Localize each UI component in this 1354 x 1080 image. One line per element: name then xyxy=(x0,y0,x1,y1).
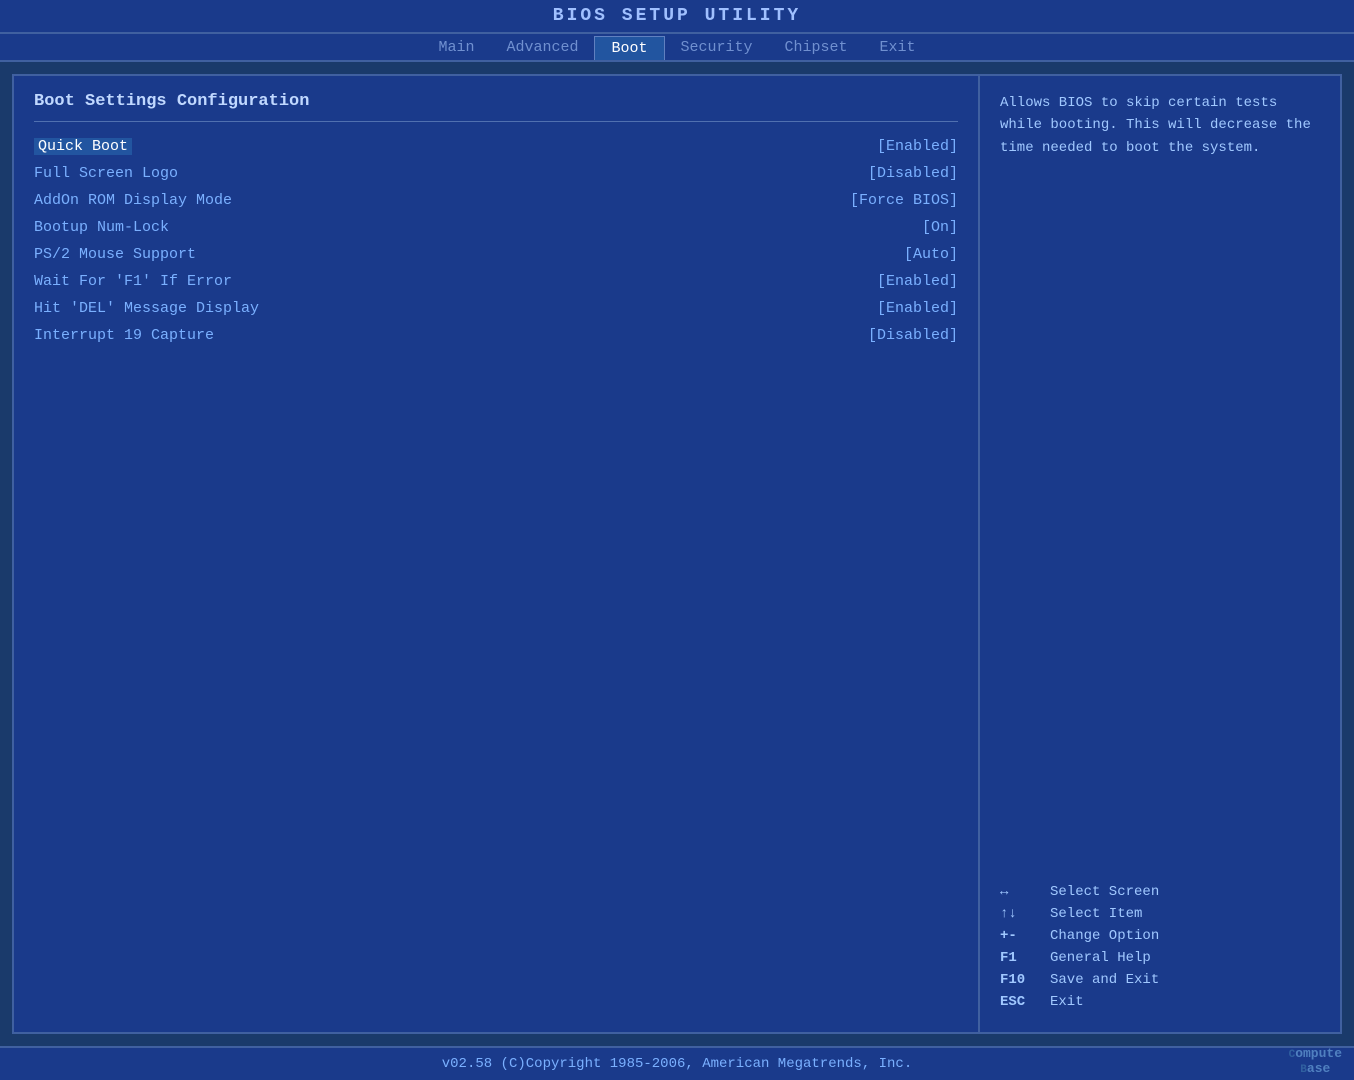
key-f1: F1 xyxy=(1000,950,1050,966)
tab-advanced[interactable]: Advanced xyxy=(490,36,594,60)
menu-item-label-addon-rom: AddOn ROM Display Mode xyxy=(34,192,232,209)
menu-item-addon-rom[interactable]: AddOn ROM Display Mode [Force BIOS] xyxy=(34,192,958,209)
menu-item-value-hit-del: [Enabled] xyxy=(877,300,958,317)
menu-item-label-ps2-mouse: PS/2 Mouse Support xyxy=(34,246,196,263)
key-legend-general-help: F1 General Help xyxy=(1000,950,1320,966)
footer-logo: ComputeBase xyxy=(1289,1046,1342,1076)
menu-item-wait-f1[interactable]: Wait For 'F1' If Error [Enabled] xyxy=(34,273,958,290)
tab-boot[interactable]: Boot xyxy=(594,36,664,60)
key-desc-change-option: Change Option xyxy=(1050,928,1159,944)
key-legend-change-option: +- Change Option xyxy=(1000,928,1320,944)
key-desc-exit: Exit xyxy=(1050,994,1084,1010)
menu-item-value-interrupt19: [Disabled] xyxy=(868,327,958,344)
help-text: Allows BIOS to skip certain tests while … xyxy=(1000,92,1320,159)
menu-item-hit-del[interactable]: Hit 'DEL' Message Display [Enabled] xyxy=(34,300,958,317)
key-desc-general-help: General Help xyxy=(1050,950,1151,966)
right-panel: Allows BIOS to skip certain tests while … xyxy=(980,76,1340,1032)
menu-item-label-hit-del: Hit 'DEL' Message Display xyxy=(34,300,259,317)
menu-item-ps2-mouse[interactable]: PS/2 Mouse Support [Auto] xyxy=(34,246,958,263)
tab-row: Main Advanced Boot Security Chipset Exit xyxy=(0,34,1354,62)
title-text: BIOS SETUP UTILITY xyxy=(553,6,801,26)
menu-item-label-quick-boot: Quick Boot xyxy=(34,138,132,155)
key-legend-select-item: ↑↓ Select Item xyxy=(1000,906,1320,922)
key-f10: F10 xyxy=(1000,972,1050,988)
key-arrows-lr: ↔ xyxy=(1000,884,1050,900)
tab-exit[interactable]: Exit xyxy=(864,36,932,60)
key-legend: ↔ Select Screen ↑↓ Select Item +- Change… xyxy=(1000,884,1320,1016)
key-legend-exit: ESC Exit xyxy=(1000,994,1320,1010)
key-desc-select-screen: Select Screen xyxy=(1050,884,1159,900)
footer-logo-base: B xyxy=(1300,1064,1307,1076)
main-content: Boot Settings Configuration Quick Boot [… xyxy=(12,74,1342,1034)
key-esc: ESC xyxy=(1000,994,1050,1010)
footer-text: v02.58 (C)Copyright 1985-2006, American … xyxy=(442,1056,912,1072)
menu-item-label-wait-f1: Wait For 'F1' If Error xyxy=(34,273,232,290)
left-panel: Boot Settings Configuration Quick Boot [… xyxy=(14,76,980,1032)
menu-item-value-quick-boot: [Enabled] xyxy=(877,138,958,155)
footer: v02.58 (C)Copyright 1985-2006, American … xyxy=(0,1046,1354,1080)
tab-security[interactable]: Security xyxy=(665,36,769,60)
menu-item-value-ps2-mouse: [Auto] xyxy=(904,246,958,263)
key-desc-select-item: Select Item xyxy=(1050,906,1142,922)
menu-item-bootup-numlock[interactable]: Bootup Num-Lock [On] xyxy=(34,219,958,236)
menu-item-value-addon-rom: [Force BIOS] xyxy=(850,192,958,209)
key-plus-minus: +- xyxy=(1000,928,1050,944)
menu-item-value-wait-f1: [Enabled] xyxy=(877,273,958,290)
menu-item-label-bootup-numlock: Bootup Num-Lock xyxy=(34,219,169,236)
menu-item-interrupt19[interactable]: Interrupt 19 Capture [Disabled] xyxy=(34,327,958,344)
key-legend-select-screen: ↔ Select Screen xyxy=(1000,884,1320,900)
section-title: Boot Settings Configuration xyxy=(34,92,958,111)
tab-chipset[interactable]: Chipset xyxy=(769,36,864,60)
menu-item-quick-boot[interactable]: Quick Boot [Enabled] xyxy=(34,138,958,155)
key-legend-save-exit: F10 Save and Exit xyxy=(1000,972,1320,988)
key-desc-save-exit: Save and Exit xyxy=(1050,972,1159,988)
divider xyxy=(34,121,958,122)
menu-item-label-full-screen-logo: Full Screen Logo xyxy=(34,165,178,182)
menu-item-label-interrupt19: Interrupt 19 Capture xyxy=(34,327,214,344)
menu-item-value-full-screen-logo: [Disabled] xyxy=(868,165,958,182)
footer-logo-text: C xyxy=(1289,1049,1296,1061)
key-arrows-ud: ↑↓ xyxy=(1000,906,1050,922)
menu-item-value-bootup-numlock: [On] xyxy=(922,219,958,236)
menu-item-full-screen-logo[interactable]: Full Screen Logo [Disabled] xyxy=(34,165,958,182)
tab-main[interactable]: Main xyxy=(422,36,490,60)
bios-title: BIOS SETUP UTILITY xyxy=(0,0,1354,34)
